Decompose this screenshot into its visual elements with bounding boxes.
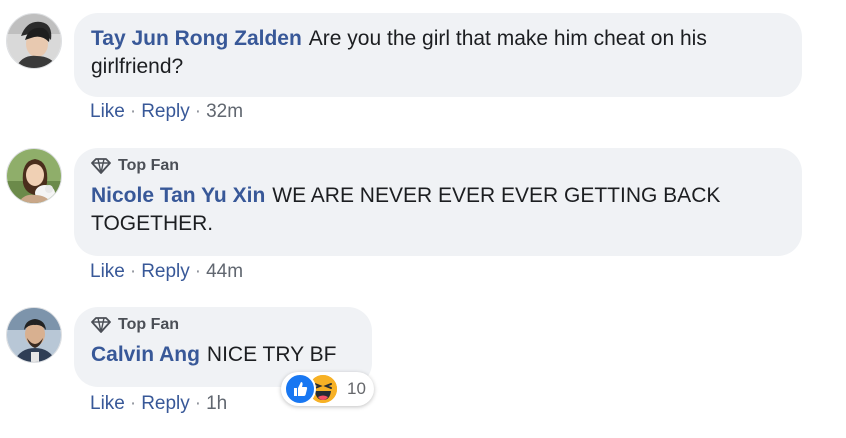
avatar[interactable]	[6, 148, 62, 204]
timestamp-link[interactable]: 44m	[206, 261, 243, 282]
diamond-icon	[91, 158, 111, 174]
like-link[interactable]: Like	[90, 261, 125, 282]
separator-dot: ·	[194, 101, 202, 122]
separator-dot: ·	[194, 393, 202, 414]
separator-dot: ·	[129, 393, 137, 414]
comment-text: NICE TRY BF	[206, 343, 337, 366]
diamond-icon	[91, 317, 111, 333]
separator-dot: ·	[129, 261, 137, 282]
reply-link[interactable]: Reply	[141, 261, 190, 282]
author-name-link[interactable]: Calvin Ang	[91, 343, 200, 366]
top-fan-badge: Top Fan	[91, 314, 355, 336]
avatar[interactable]	[6, 13, 62, 69]
separator-dot: ·	[194, 261, 202, 282]
top-fan-label: Top Fan	[118, 157, 180, 174]
comment-bubble: Top Fan Nicole Tan Yu Xin WE ARE NEVER EV…	[74, 148, 802, 256]
timestamp-link[interactable]: 32m	[206, 101, 243, 122]
separator-dot: ·	[129, 101, 137, 122]
comment-actions: Like · Reply · 1h	[90, 392, 227, 416]
like-link[interactable]: Like	[90, 393, 125, 414]
author-name-link[interactable]: Nicole Tan Yu Xin	[91, 184, 265, 207]
reply-link[interactable]: Reply	[141, 393, 190, 414]
reply-link[interactable]: Reply	[141, 101, 190, 122]
like-link[interactable]: Like	[90, 101, 125, 122]
avatar[interactable]	[6, 307, 62, 363]
top-fan-badge: Top Fan	[91, 155, 785, 177]
reactions-summary[interactable]: 10	[281, 372, 374, 406]
comment-actions: Like · Reply · 44m	[90, 260, 243, 284]
timestamp-link[interactable]: 1h	[206, 393, 227, 414]
author-name-link[interactable]: Tay Jun Rong Zalden	[91, 27, 302, 50]
comment-bubble: Tay Jun Rong Zalden Are you the girl that…	[74, 13, 802, 97]
comment-actions: Like · Reply · 32m	[90, 100, 243, 124]
reaction-count: 10	[347, 379, 366, 398]
top-fan-label: Top Fan	[118, 316, 180, 333]
like-icon	[284, 373, 316, 405]
